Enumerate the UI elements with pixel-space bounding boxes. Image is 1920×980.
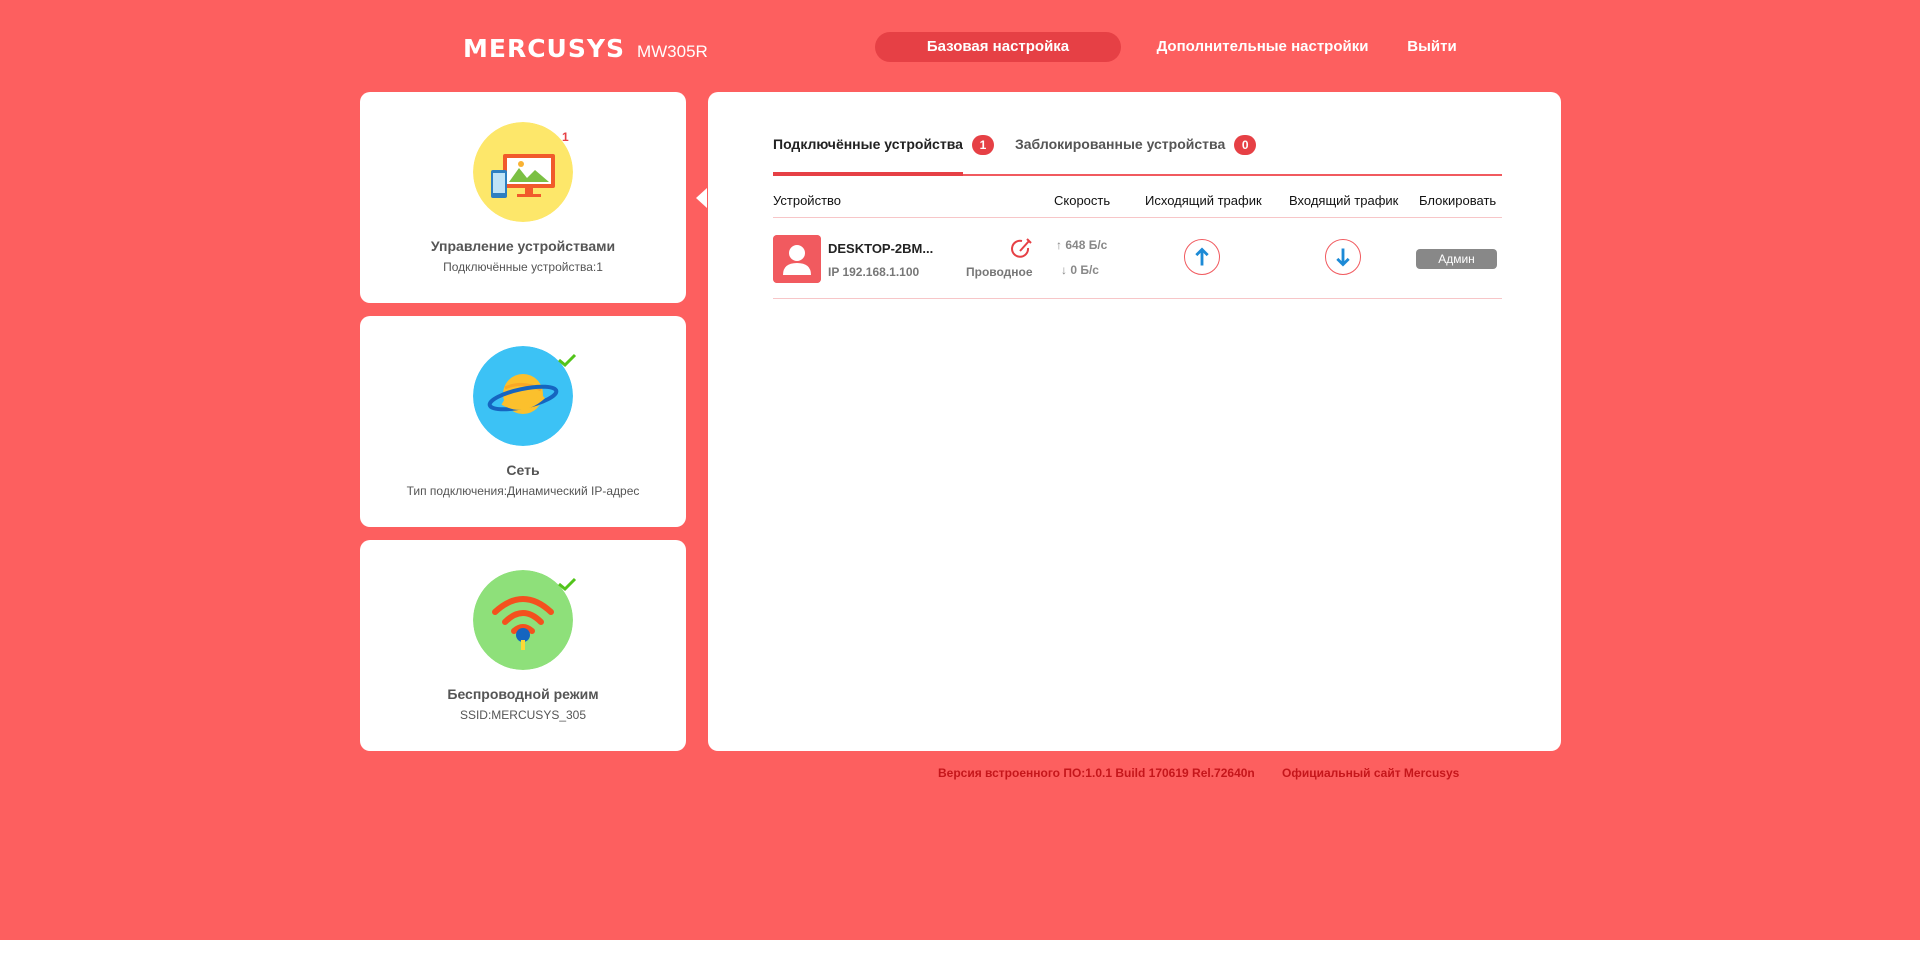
card-subtitle: Подключённые устройства:1: [443, 260, 603, 274]
download-speed-value: 0 Б/с: [1070, 263, 1099, 277]
table-row: DESKTOP-2BM... IP 192.168.1.100 Проводно…: [773, 219, 1502, 299]
active-card-pointer: [696, 188, 707, 208]
tab-count-badge: 1: [971, 135, 994, 156]
devices-icon: [473, 122, 573, 222]
tab-connected-devices[interactable]: Подключённые устройства 1: [773, 132, 994, 174]
device-ip: IP 192.168.1.100: [828, 265, 920, 279]
connection-type: Проводное: [966, 265, 1033, 279]
model-name: MW305R: [636, 42, 708, 61]
edit-icon[interactable]: [1009, 237, 1033, 261]
tab-bar: Подключённые устройства 1 Заблокированные…: [773, 132, 1502, 176]
brand-name: MERCUSYS: [463, 34, 625, 63]
tab-count-badge: 0: [1234, 135, 1257, 156]
status-check-icon: [558, 353, 577, 368]
active-tab-indicator: [773, 172, 963, 176]
block-admin-button[interactable]: Админ: [1416, 249, 1497, 269]
download-traffic-button[interactable]: [1325, 239, 1361, 275]
download-speed: ↓ 0 Б/с: [1061, 263, 1099, 277]
nav-basic-settings[interactable]: Базовая настройка: [875, 32, 1121, 62]
firmware-version: Версия встроенного ПО:1.0.1 Build 170619…: [938, 766, 1255, 780]
logout-button[interactable]: Выйти: [1395, 32, 1469, 62]
device-count-badge: 1: [562, 130, 569, 144]
column-header-speed: Скорость: [1054, 193, 1111, 208]
upload-traffic-button[interactable]: [1184, 239, 1220, 275]
upload-speed: ↑ 648 Б/с: [1056, 238, 1107, 252]
official-site-link[interactable]: Официальный сайт Mercusys: [1282, 766, 1459, 780]
tab-blocked-devices[interactable]: Заблокированные устройства 0: [1015, 132, 1257, 174]
logo: MERCUSYS MW305R: [463, 34, 708, 63]
card-subtitle: SSID:MERCUSYS_305: [459, 708, 587, 722]
main-panel: Подключённые устройства 1 Заблокированные…: [708, 92, 1561, 751]
wireless-card[interactable]: Беспроводной режим SSID:MERCUSYS_305: [360, 540, 686, 751]
column-header-download: Входящий трафик: [1289, 193, 1399, 208]
arrow-up-icon: ↑: [1056, 238, 1066, 252]
card-title: Сеть: [506, 462, 540, 478]
card-title: Управление устройствами: [430, 238, 616, 254]
device-name: DESKTOP-2BM...: [828, 241, 934, 256]
column-header-block: Блокировать: [1419, 193, 1497, 208]
status-check-icon: [558, 577, 577, 592]
tab-label: Заблокированные устройства: [1015, 136, 1226, 152]
device-management-card[interactable]: 1 Управление устройствами Подключённые у…: [360, 92, 686, 303]
user-avatar-icon: [773, 235, 821, 283]
tab-label: Подключённые устройства: [773, 136, 963, 152]
network-card[interactable]: Сеть Тип подключения:Динамический IP-адр…: [360, 316, 686, 527]
card-subtitle: Тип подключения:Динамический IP-адрес: [406, 484, 640, 498]
arrow-down-icon: ↓: [1061, 263, 1071, 277]
nav-advanced-settings[interactable]: Дополнительные настройки: [1150, 32, 1375, 62]
upload-speed-value: 648 Б/с: [1065, 238, 1108, 252]
column-header-device: Устройство: [773, 193, 842, 208]
table-header: Устройство Скорость Исходящий трафик Вхо…: [773, 184, 1502, 218]
card-title: Беспроводной режим: [447, 686, 599, 702]
column-header-upload: Исходящий трафик: [1145, 193, 1262, 208]
